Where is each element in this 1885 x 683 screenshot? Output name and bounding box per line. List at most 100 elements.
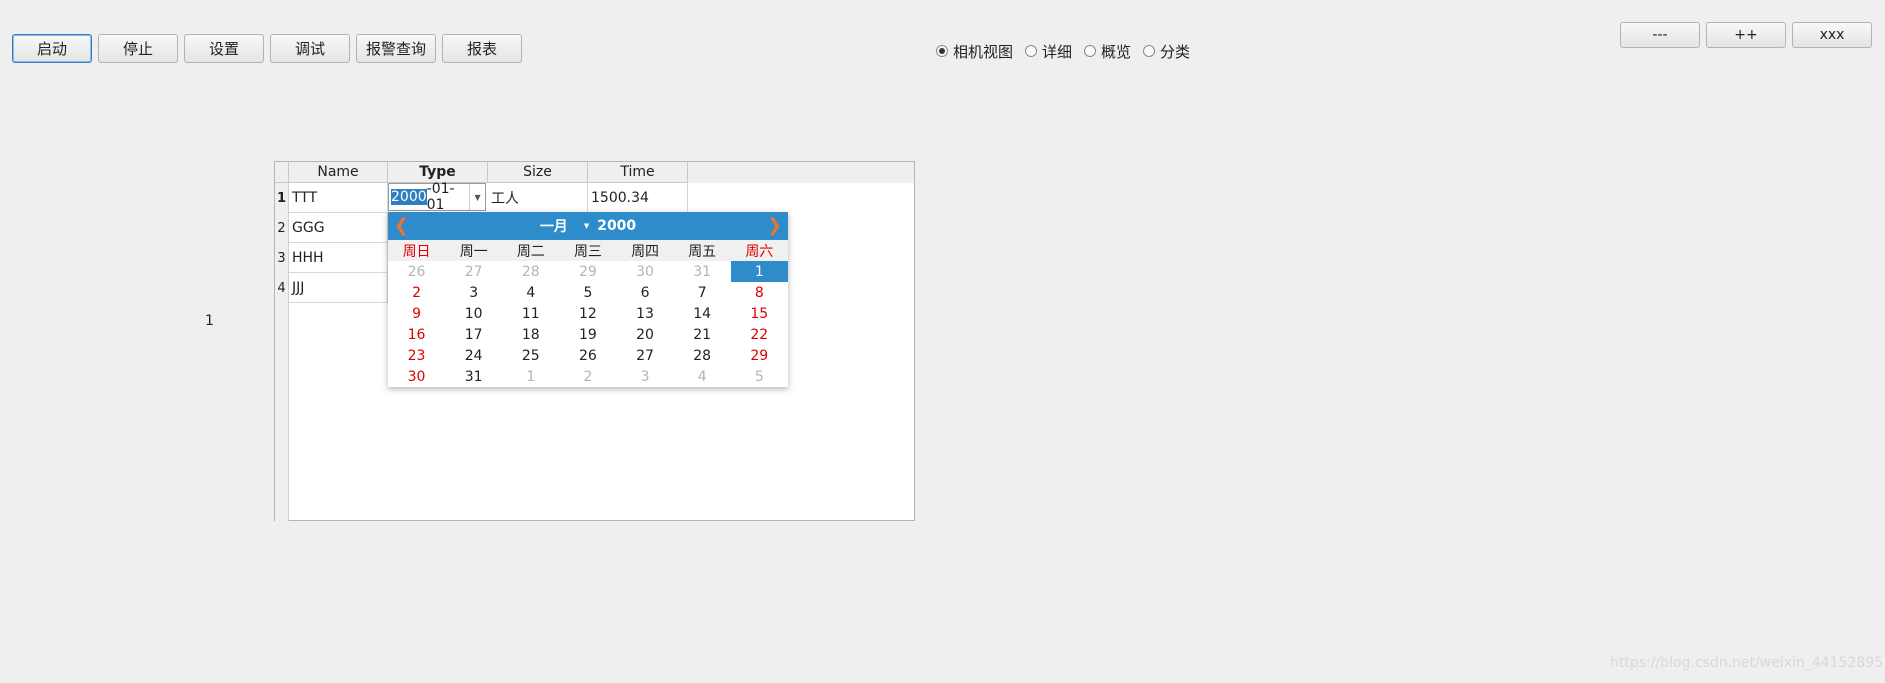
calendar-day[interactable]: 3 xyxy=(617,366,674,387)
calendar-day[interactable]: 21 xyxy=(674,324,731,345)
calendar-day[interactable]: 1 xyxy=(502,366,559,387)
calendar-day[interactable]: 13 xyxy=(617,303,674,324)
next-month-icon[interactable]: ❯ xyxy=(767,215,782,236)
calendar-day[interactable]: 28 xyxy=(674,345,731,366)
count-label: 1 xyxy=(205,313,214,329)
column-header-name[interactable]: Name xyxy=(289,162,388,183)
calendar-day[interactable]: 16 xyxy=(388,324,445,345)
calendar-day[interactable]: 30 xyxy=(388,366,445,387)
radio-unchecked-icon xyxy=(1025,45,1038,57)
calendar-day[interactable]: 10 xyxy=(445,303,502,324)
calendar-week-row: 30 31 1 2 3 4 5 xyxy=(388,366,788,387)
radio-detail[interactable]: 详细 xyxy=(1025,41,1072,62)
calendar-day-selected[interactable]: 1 xyxy=(730,261,788,282)
table-cell-name[interactable]: JJJ xyxy=(289,273,388,303)
calendar-day[interactable]: 9 xyxy=(388,303,445,324)
calendar-day[interactable]: 4 xyxy=(502,282,559,303)
calendar-day[interactable]: 4 xyxy=(674,366,731,387)
weekday-header-row: 周日 周一 周二 周三 周四 周五 周六 xyxy=(388,240,788,261)
calendar-day[interactable]: 5 xyxy=(731,366,788,387)
alarm-query-button[interactable]: 报警查询 xyxy=(356,34,436,63)
column-header-type[interactable]: Type xyxy=(388,162,488,183)
table-header-row: Name Type Size Time xyxy=(275,162,914,183)
weekday-label: 周日 xyxy=(402,243,431,260)
view-mode-radio-group: 相机视图 详细 概览 分类 xyxy=(936,41,1202,61)
column-header-size[interactable]: Size xyxy=(488,162,588,183)
calendar-day[interactable]: 14 xyxy=(674,303,731,324)
calendar-day[interactable]: 17 xyxy=(445,324,502,345)
radio-label: 分类 xyxy=(1160,42,1191,61)
calendar-day[interactable]: 29 xyxy=(731,345,788,366)
row-number[interactable]: 1 xyxy=(275,183,288,213)
month-dropdown-icon[interactable]: ▼ xyxy=(584,222,589,230)
calendar-day[interactable]: 29 xyxy=(559,261,616,282)
calendar-day[interactable]: 26 xyxy=(559,345,616,366)
weekday-label: 周三 xyxy=(573,243,602,260)
calendar-day[interactable]: 27 xyxy=(617,345,674,366)
weekday-label: 周四 xyxy=(631,243,660,260)
calendar-day[interactable]: 19 xyxy=(559,324,616,345)
radio-overview[interactable]: 概览 xyxy=(1084,41,1131,62)
calendar-day[interactable]: 22 xyxy=(731,324,788,345)
watermark: https://blog.csdn.net/weixin_44152895 xyxy=(1610,655,1884,671)
row-number[interactable]: 3 xyxy=(275,243,288,273)
calendar-day[interactable]: 2 xyxy=(559,366,616,387)
calendar-week-row: 2 3 4 5 6 7 8 xyxy=(388,282,788,303)
calendar-day[interactable]: 30 xyxy=(617,261,674,282)
date-year-selection: 2000 xyxy=(391,189,427,205)
calendar-day[interactable]: 18 xyxy=(502,324,559,345)
table-cell-name[interactable]: HHH xyxy=(289,243,388,273)
prev-month-icon[interactable]: ❮ xyxy=(394,215,409,236)
debug-button[interactable]: 调试 xyxy=(270,34,350,63)
calendar-day-grid: 26 27 28 29 30 31 1 2 3 4 5 6 7 8 9 10 1… xyxy=(388,261,788,387)
calendar-day[interactable]: 6 xyxy=(617,282,674,303)
calendar-day[interactable]: 31 xyxy=(674,261,731,282)
table-cell-name[interactable]: GGG xyxy=(289,213,388,243)
calendar-day[interactable]: 8 xyxy=(731,282,788,303)
start-button[interactable]: 启动 xyxy=(12,34,92,63)
maximize-button[interactable]: ++ xyxy=(1706,22,1786,48)
calendar-week-row: 23 24 25 26 27 28 29 xyxy=(388,345,788,366)
table-cell-time[interactable]: 1500.34 xyxy=(588,183,688,213)
calendar-day[interactable]: 15 xyxy=(731,303,788,324)
calendar-day[interactable]: 28 xyxy=(502,261,559,282)
corner-cell[interactable] xyxy=(275,162,289,183)
calendar-day[interactable]: 20 xyxy=(617,324,674,345)
calendar-day[interactable]: 23 xyxy=(388,345,445,366)
report-button[interactable]: 报表 xyxy=(442,34,522,63)
weekday-label: 周五 xyxy=(688,243,717,260)
row-number[interactable]: 2 xyxy=(275,213,288,243)
minimize-button[interactable]: --- xyxy=(1620,22,1700,48)
table-cell-name[interactable]: TTT xyxy=(289,183,388,213)
calendar-day[interactable]: 3 xyxy=(445,282,502,303)
close-button[interactable]: xxx xyxy=(1792,22,1872,48)
radio-category[interactable]: 分类 xyxy=(1143,41,1190,62)
calendar-popup: ❮ 一月 ▼ 2000 ❯ 周日 周一 周二 周三 周四 周五 周六 26 27… xyxy=(388,212,788,387)
calendar-day[interactable]: 25 xyxy=(502,345,559,366)
calendar-day[interactable]: 2 xyxy=(388,282,445,303)
radio-unchecked-icon xyxy=(1084,45,1097,57)
table-cell-size[interactable]: 工人 xyxy=(488,183,588,213)
calendar-month-selector[interactable]: 一月 xyxy=(540,216,568,236)
calendar-day[interactable]: 27 xyxy=(445,261,502,282)
calendar-day[interactable]: 7 xyxy=(674,282,731,303)
weekday-label: 周一 xyxy=(459,243,488,260)
radio-unchecked-icon xyxy=(1143,45,1156,57)
row-number[interactable]: 4 xyxy=(275,273,288,303)
radio-camera-view[interactable]: 相机视图 xyxy=(936,41,1013,62)
calendar-day[interactable]: 11 xyxy=(502,303,559,324)
dropdown-arrow-icon[interactable]: ▼ xyxy=(469,184,485,210)
radio-label: 相机视图 xyxy=(953,42,1014,61)
calendar-year-selector[interactable]: 2000 xyxy=(597,218,636,234)
column-header-time[interactable]: Time xyxy=(588,162,688,183)
stop-button[interactable]: 停止 xyxy=(98,34,178,63)
date-edit-field[interactable]: 2000 -01-01 ▼ xyxy=(388,181,486,213)
calendar-day[interactable]: 31 xyxy=(445,366,502,387)
settings-button[interactable]: 设置 xyxy=(184,34,264,63)
calendar-day[interactable]: 5 xyxy=(559,282,616,303)
radio-label: 概览 xyxy=(1101,42,1132,61)
calendar-day[interactable]: 12 xyxy=(559,303,616,324)
calendar-day[interactable]: 24 xyxy=(445,345,502,366)
weekday-label: 周二 xyxy=(516,243,545,260)
calendar-day[interactable]: 26 xyxy=(388,261,445,282)
